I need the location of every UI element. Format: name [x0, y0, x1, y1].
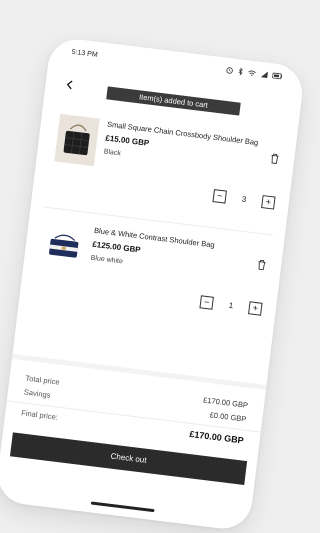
- decrease-quantity-button[interactable]: −: [199, 295, 214, 310]
- item-info: Blue & White Contrast Shoulder Bag £125.…: [90, 226, 251, 281]
- quantity-stepper: − 3 +: [212, 189, 276, 210]
- decrease-quantity-button[interactable]: −: [212, 189, 227, 204]
- quantity-value: 3: [241, 194, 247, 205]
- back-arrow-icon[interactable]: [63, 78, 76, 91]
- bluetooth-icon: [237, 67, 244, 78]
- savings-label: Savings: [23, 386, 52, 400]
- phone-mockup: 5:13 PM Item(s) added to cart Small Squa…: [0, 36, 306, 532]
- increase-quantity-button[interactable]: +: [248, 301, 263, 316]
- trash-icon[interactable]: [256, 258, 268, 271]
- cart-screen: 5:13 PM Item(s) added to cart Small Squa…: [0, 36, 306, 532]
- product-thumbnail-blue-white-bag[interactable]: [41, 219, 87, 273]
- phone-frame: 5:13 PM Item(s) added to cart Small Squa…: [0, 36, 306, 532]
- cart-item-list: Small Square Chain Crossbody Shoulder Ba…: [30, 101, 286, 342]
- increase-quantity-button[interactable]: +: [261, 195, 276, 210]
- final-price-value: £170.00 GBP: [188, 428, 245, 446]
- trash-icon[interactable]: [269, 152, 281, 165]
- home-indicator[interactable]: [90, 501, 155, 513]
- alarm-icon: [225, 66, 234, 77]
- battery-icon: [272, 72, 283, 81]
- final-price-label: Final price:: [20, 408, 59, 422]
- savings-value: £0.00 GBP: [209, 409, 247, 424]
- quantity-stepper: − 1 +: [199, 295, 263, 316]
- signal-icon: [260, 70, 269, 81]
- quantity-value: 1: [228, 300, 234, 311]
- wifi-icon: [247, 69, 257, 79]
- product-thumbnail-black-chain-bag[interactable]: [54, 113, 100, 167]
- item-info: Small Square Chain Crossbody Shoulder Ba…: [103, 120, 264, 175]
- status-time: 5:13 PM: [71, 48, 99, 59]
- status-icons: [225, 66, 283, 83]
